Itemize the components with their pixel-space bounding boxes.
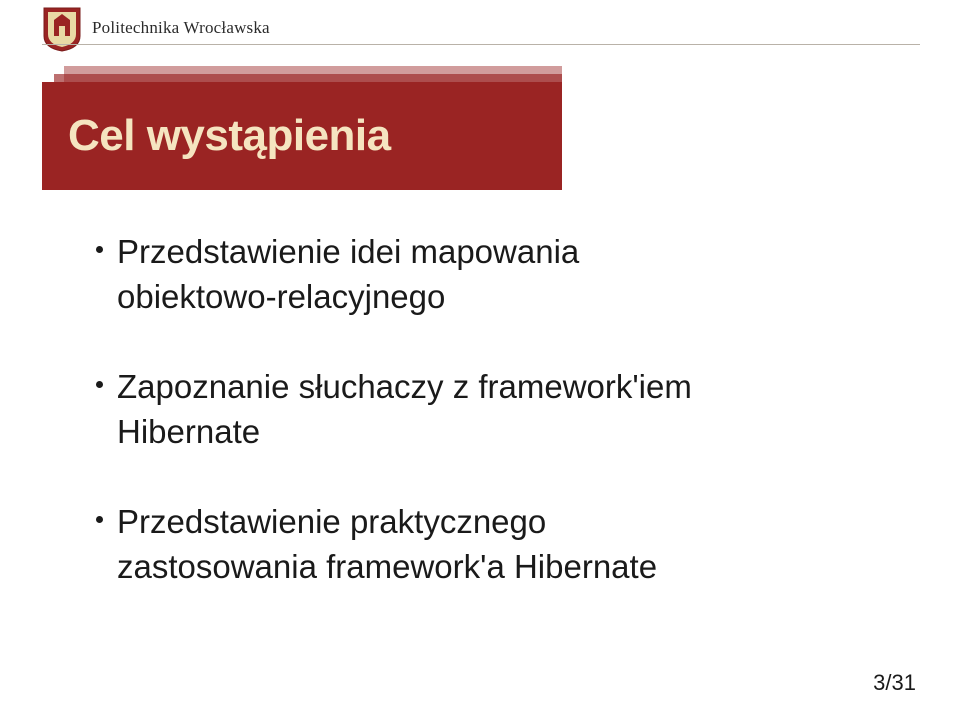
slide-title: Cel wystąpienia [68,111,391,161]
bullet-line: Przedstawienie praktycznego [96,500,900,545]
bullet-line: Przedstawienie idei mapowania [96,230,900,275]
bullet-dot-icon [96,246,103,253]
bullet-text-cont: obiektowo-relacyjnego [117,275,900,320]
university-logo [42,6,82,52]
bullet-text-cont: zastosowania framework'a Hibernate [117,545,900,590]
header: Politechnika Wrocławska [0,0,960,56]
bullet-text: Przedstawienie praktycznego [117,500,546,545]
header-rule [42,44,920,45]
content-area: Przedstawienie idei mapowania obiektowo-… [96,230,900,635]
page-number: 3/31 [873,670,916,696]
bullet-item: Przedstawienie praktycznego zastosowania… [96,500,900,589]
university-name: Politechnika Wrocławska [92,18,270,38]
bullet-dot-icon [96,381,103,388]
bullet-dot-icon [96,516,103,523]
bullet-text: Przedstawienie idei mapowania [117,230,579,275]
title-layer-front: Cel wystąpienia [42,82,562,190]
bullet-item: Zapoznanie słuchaczy z framework'iem Hib… [96,365,900,454]
bullet-text-cont: Hibernate [117,410,900,455]
bullet-text: Zapoznanie słuchaczy z framework'iem [117,365,692,410]
bullet-line: Zapoznanie słuchaczy z framework'iem [96,365,900,410]
slide: Politechnika Wrocławska Cel wystąpienia … [0,0,960,716]
bullet-item: Przedstawienie idei mapowania obiektowo-… [96,230,900,319]
